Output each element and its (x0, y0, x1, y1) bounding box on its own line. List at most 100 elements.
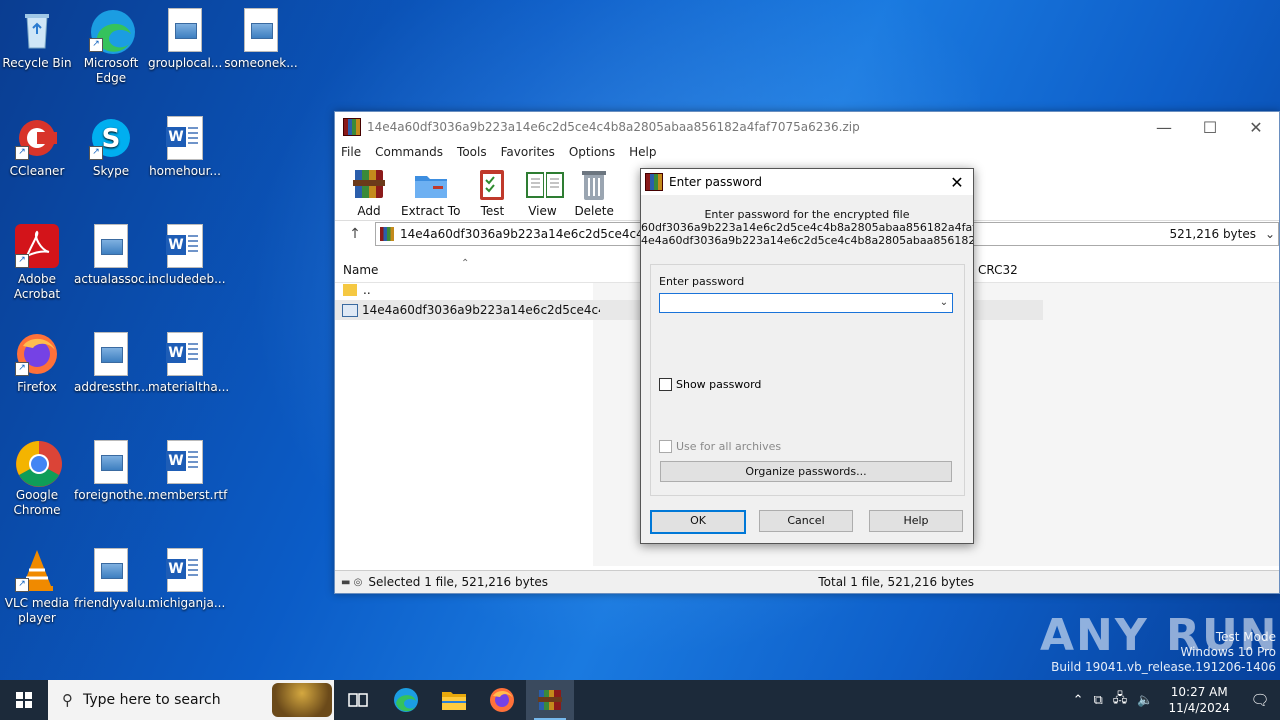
desktop-icon-file[interactable]: someonek... (224, 8, 298, 71)
volume-icon[interactable]: 🔈 (1137, 693, 1153, 708)
column-crc32[interactable]: CRC32 (978, 263, 1018, 277)
menu-commands[interactable]: Commands (375, 145, 443, 159)
desktop-icon-firefox[interactable]: ↗ Firefox (0, 332, 74, 395)
desktop-icon-label: friendlyvalu... (74, 596, 157, 610)
desktop-icon-label: homehour... (149, 164, 221, 178)
desktop-icon-adobe-acrobat[interactable]: ↗ Adobe Acrobat (0, 224, 74, 302)
file-row-name: .. (363, 283, 371, 297)
column-name[interactable]: Name (343, 263, 378, 277)
desktop-icon-edge[interactable]: ↗ Microsoft Edge (74, 8, 148, 86)
chevron-up-icon[interactable]: ⌃ (1073, 693, 1084, 708)
clock[interactable]: 10:27 AM 11/4/2024 (1168, 684, 1230, 716)
shortcut-arrow-icon: ↗ (89, 38, 103, 52)
archive-add-icon (351, 166, 387, 202)
desktop-icon-word-doc[interactable]: W memberst.rtf (148, 440, 228, 503)
password-group: Enter password ⌄ Show password Use for a… (650, 264, 965, 496)
edge-icon (394, 688, 418, 712)
checkbox-box[interactable] (659, 378, 672, 391)
taskbar-edge[interactable] (382, 680, 430, 720)
test-button[interactable]: Test (474, 166, 510, 218)
desktop-icon-word-doc[interactable]: W includedeb... (148, 224, 226, 287)
desktop-icon-skype[interactable]: S ↗ Skype (74, 116, 148, 179)
up-arrow-icon[interactable]: ↑ (335, 226, 375, 242)
trash-can-icon (576, 166, 612, 202)
taskbar-search-box[interactable]: ⚲ Type here to search (48, 680, 334, 720)
desktop-icon-file[interactable]: actualassoc... (74, 224, 156, 287)
shortcut-arrow-icon: ↗ (89, 146, 103, 160)
image-file-icon (94, 224, 128, 268)
taskbar-file-explorer[interactable] (430, 680, 478, 720)
menu-options[interactable]: Options (569, 145, 615, 159)
help-button[interactable]: Help (869, 510, 963, 532)
book-view-icon (524, 166, 565, 202)
desktop-icon-ccleaner[interactable]: ↗ CCleaner (0, 116, 74, 179)
menu-help[interactable]: Help (629, 145, 656, 159)
desktop-icon-file[interactable]: grouplocal... (148, 8, 222, 71)
maximize-button[interactable]: ☐ (1187, 118, 1233, 137)
dialog-close-button[interactable]: ✕ (941, 173, 973, 192)
svg-text:S: S (102, 124, 121, 154)
checkbox-box (659, 440, 672, 453)
close-button[interactable]: ✕ (1233, 118, 1279, 137)
desktop-icon-label: Microsoft Edge (83, 56, 139, 85)
folder-icon (343, 284, 357, 296)
sort-ascending-icon: ⌃ (461, 258, 470, 269)
chevron-down-icon[interactable]: ⌄ (936, 294, 952, 312)
menu-file[interactable]: File (341, 145, 361, 159)
view-button[interactable]: View (524, 166, 565, 218)
ok-button[interactable]: OK (650, 510, 746, 534)
winrar-titlebar[interactable]: 14e4a60df3036a9b223a14e6c2d5ce4c4b8a2805… (335, 112, 1279, 142)
status-right: Total 1 file, 521,216 bytes (818, 575, 975, 589)
folder-icon (442, 692, 466, 710)
dialog-title: Enter password (669, 175, 762, 189)
folder-extract-icon (413, 166, 449, 202)
start-button[interactable] (0, 680, 48, 720)
archive-icon (380, 227, 394, 241)
watermark-line: Build 19041.vb_release.191206-1406 (1051, 660, 1276, 674)
taskbar-firefox[interactable] (478, 680, 526, 720)
network-icon[interactable]: 🖧 (1113, 689, 1128, 711)
desktop-icon-google-chrome[interactable]: Google Chrome (0, 440, 74, 518)
desktop-icon-recycle-bin[interactable]: Recycle Bin (0, 8, 74, 71)
winrar-icon (538, 690, 562, 710)
file-row-parent[interactable]: .. (335, 280, 593, 300)
desktop-icon-vlc[interactable]: ↗ VLC media player (0, 548, 74, 626)
desktop-icon-label: memberst.rtf (148, 488, 228, 502)
search-icon: ⚲ (62, 691, 73, 709)
desktop-icon-word-doc[interactable]: W materialtha... (148, 332, 229, 395)
delete-button[interactable]: Delete (574, 166, 614, 218)
notification-icon[interactable]: 🗨 (1240, 691, 1280, 709)
word-document-icon: W (166, 332, 203, 376)
menu-tools[interactable]: Tools (457, 145, 487, 159)
task-view-button[interactable] (334, 680, 382, 720)
watermark-line: Windows 10 Pro (1180, 645, 1276, 659)
network-share-icon[interactable]: ⧉ (1093, 693, 1102, 708)
taskbar-winrar[interactable] (526, 680, 574, 720)
desktop-icon-file[interactable]: friendlyvalu... (74, 548, 157, 611)
desktop-icon-file[interactable]: foreignothe... (74, 440, 155, 503)
edge-icon: ↗ (89, 8, 135, 54)
desktop-icon-word-doc[interactable]: W homehour... (148, 116, 222, 179)
dialog-titlebar[interactable]: Enter password ✕ (641, 169, 973, 195)
extract-to-button[interactable]: Extract To (401, 166, 460, 218)
firefox-icon (490, 688, 514, 712)
password-combobox[interactable]: ⌄ (659, 293, 953, 313)
menu-favorites[interactable]: Favorites (501, 145, 555, 159)
organize-passwords-button[interactable]: Organize passwords... (660, 461, 952, 482)
shortcut-arrow-icon: ↗ (15, 254, 29, 268)
cancel-button[interactable]: Cancel (759, 510, 853, 532)
shortcut-arrow-icon: ↗ (15, 578, 29, 592)
minimize-button[interactable]: — (1141, 118, 1187, 137)
password-input[interactable] (660, 294, 936, 312)
image-file-icon (94, 548, 128, 592)
use-for-all-archives-checkbox: Use for all archives (659, 440, 781, 453)
desktop-icon-word-doc[interactable]: W michiganja... (148, 548, 225, 611)
add-button[interactable]: Add (351, 166, 387, 218)
chevron-down-icon[interactable]: ⌄ (1262, 227, 1278, 241)
desktop-icon-file[interactable]: addressthr... (74, 332, 149, 395)
ccleaner-icon: ↗ (15, 116, 59, 160)
show-password-checkbox[interactable]: Show password (659, 378, 761, 391)
vlc-icon: ↗ (15, 548, 59, 592)
shortcut-arrow-icon: ↗ (15, 146, 29, 160)
word-document-icon: W (166, 440, 203, 484)
